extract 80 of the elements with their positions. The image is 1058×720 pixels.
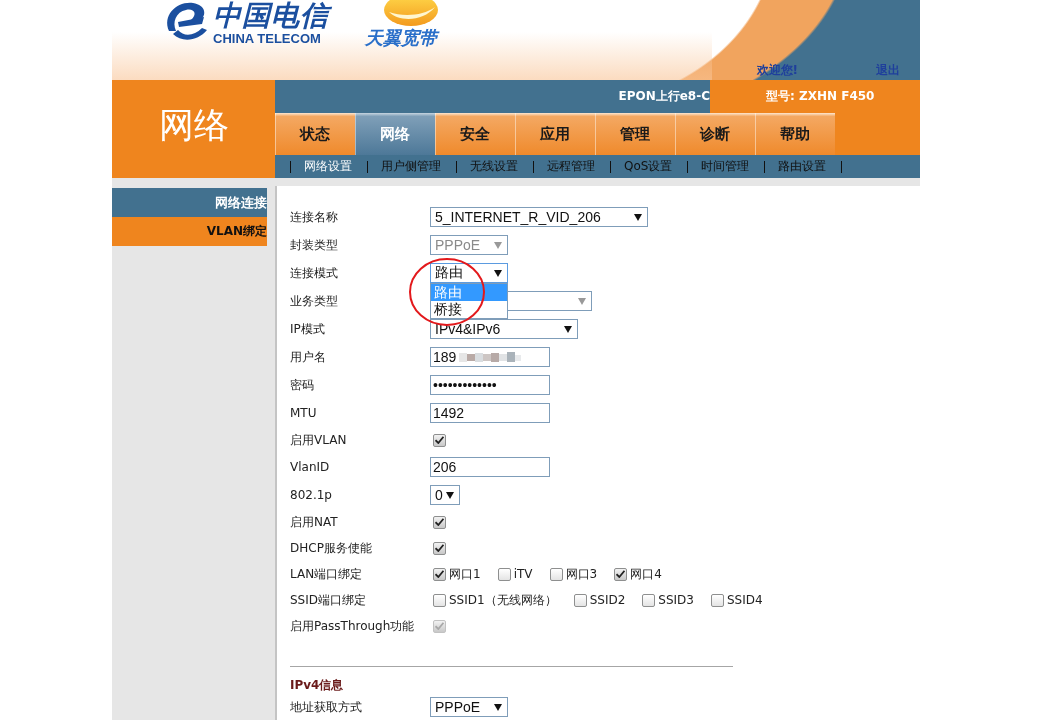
checkbox[interactable]	[549, 567, 563, 581]
checkmark-icon	[616, 570, 626, 578]
ribbon-logo-icon	[381, 0, 441, 28]
checkmark-icon	[435, 436, 444, 444]
checkbox[interactable]	[710, 593, 724, 607]
field-label: 802.1p	[290, 488, 332, 502]
checkbox[interactable]	[433, 567, 446, 581]
checkbox[interactable]	[614, 567, 628, 581]
checkbox-label: SSID1（无线网络）	[449, 591, 557, 609]
device-type-text: EPON上行e8-C	[618, 88, 710, 105]
nav-tab[interactable]: 状态	[275, 113, 355, 155]
sidebar-item[interactable]: 网络连接	[112, 188, 267, 217]
nav-tab[interactable]: 管理	[595, 113, 675, 155]
checkbox-label: 网口4	[630, 565, 662, 583]
field-label: 封装类型	[290, 236, 338, 254]
sub-nav-link[interactable]: 远程管理	[547, 158, 595, 175]
field-label: IP模式	[290, 320, 325, 338]
sub-nav-link[interactable]: 无线设置	[470, 158, 518, 175]
field-label: MTU	[290, 406, 317, 420]
checkmark-icon	[435, 570, 444, 578]
sub-nav-link[interactable]: 用户侧管理	[381, 158, 441, 175]
checkbox-label: 网口1	[449, 565, 481, 583]
checkbox-label: SSID2	[589, 593, 626, 607]
input-field[interactable]: 206	[430, 457, 550, 477]
checkmark-icon	[435, 544, 444, 552]
select-field[interactable]: 路由	[430, 263, 508, 283]
field-label: 连接名称	[290, 208, 338, 226]
caret-icon	[494, 269, 502, 277]
checkbox[interactable]	[433, 593, 446, 607]
checkbox-label: SSID3	[658, 593, 694, 607]
checkbox-label: 网口3	[565, 565, 598, 583]
caret-icon	[634, 213, 642, 221]
logo-subtitle: CHINA TELECOM	[213, 32, 321, 46]
field-label: DHCP服务使能	[290, 539, 372, 557]
sub-nav-link[interactable]: 时间管理	[701, 158, 750, 175]
caret-icon	[446, 491, 454, 499]
sub-nav-link[interactable]: 网络设置	[304, 158, 352, 175]
checkbox[interactable]	[433, 515, 446, 529]
sidebar-item[interactable]: VLAN绑定	[112, 217, 267, 246]
sub-nav-link[interactable]: QoS设置	[624, 158, 673, 175]
field-label: 用户名	[290, 348, 326, 366]
checkbox-label: SSID4	[726, 593, 763, 607]
checkbox[interactable]	[433, 541, 446, 555]
field-label: 密码	[290, 376, 314, 394]
caret-icon	[494, 241, 502, 249]
field-label: 地址获取方式	[290, 698, 362, 716]
checkbox-label: iTV	[513, 567, 533, 581]
field-label: 业务类型	[290, 292, 338, 310]
checkmark-icon	[435, 622, 444, 630]
input-field[interactable]: 1492	[430, 403, 550, 423]
field-label: 启用NAT	[290, 513, 338, 531]
nav-tab[interactable]: 应用	[515, 113, 595, 155]
select-field[interactable]: PPPoE	[430, 697, 508, 717]
select-field[interactable]: 5_INTERNET_R_VID_206	[430, 207, 648, 227]
input-field[interactable]: •••••••••••••	[430, 375, 550, 395]
select-field[interactable]: IPv4&IPv6	[430, 319, 578, 339]
nav-tab[interactable]: 安全	[435, 113, 515, 155]
nav-tab[interactable]: 帮助	[755, 113, 835, 155]
checkbox[interactable]	[497, 567, 511, 581]
nav-tab[interactable]: 诊断	[675, 113, 755, 155]
checkmark-icon	[435, 518, 444, 526]
nav-tab[interactable]: 网络	[355, 113, 435, 155]
select-field[interactable]: 0	[430, 485, 460, 505]
field-label: 启用VLAN	[290, 431, 347, 449]
checkbox[interactable]	[573, 593, 587, 607]
sub-nav-link[interactable]: 路由设置	[778, 158, 827, 175]
section-heading: IPv4信息	[290, 677, 344, 693]
model-text: 型号: ZXHN F450	[766, 88, 875, 105]
caret-icon	[564, 325, 572, 333]
section-title: 网络	[158, 105, 229, 145]
caret-icon	[578, 297, 586, 305]
checkbox[interactable]	[433, 433, 446, 447]
caret-icon	[494, 703, 502, 711]
field-label: VlanID	[290, 460, 330, 474]
field-label: 启用PassThrough功能	[290, 617, 415, 635]
field-label: LAN端口绑定	[290, 565, 363, 583]
field-label: 连接模式	[290, 264, 338, 282]
checkbox[interactable]	[642, 593, 656, 607]
input-field[interactable]: 189	[430, 347, 550, 367]
field-label: SSID端口绑定	[290, 591, 366, 609]
